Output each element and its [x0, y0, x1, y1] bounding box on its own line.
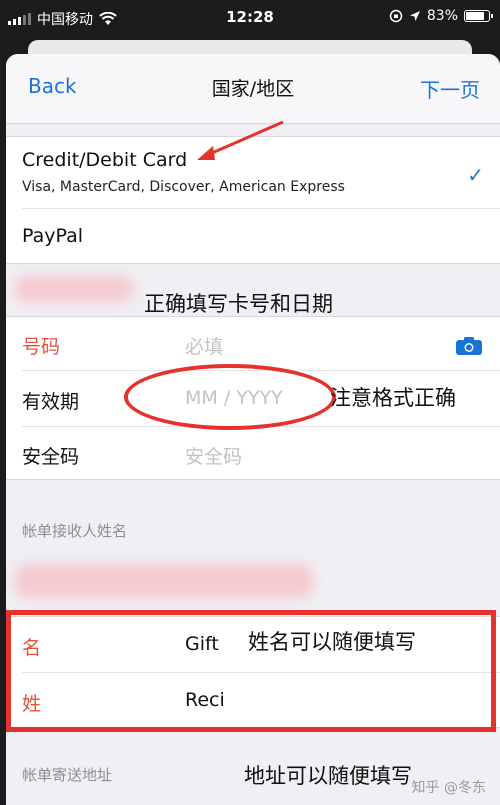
navigation-bar: Back 国家/地区 下一页: [6, 54, 500, 124]
payment-option-title: PayPal: [22, 225, 84, 247]
annotation-box: [6, 610, 496, 732]
annotation-address: 地址可以随便填写: [244, 764, 412, 788]
orientation-lock-icon: [389, 9, 403, 23]
billing-address-header: 帐单寄送地址: [22, 766, 113, 784]
security-code-label: 安全码: [22, 446, 80, 468]
watermark: 知乎 @冬东: [411, 780, 486, 796]
payment-option-subtitle: Visa, MasterCard, Discover, American Exp…: [22, 179, 345, 195]
card-number-row: 号码 必填: [22, 317, 500, 371]
annotation-card-date: 正确填写卡号和日期: [144, 292, 333, 316]
payment-option-title: Credit/Debit Card: [22, 149, 188, 171]
battery-percent: 83%: [426, 8, 458, 24]
expiry-label: 有效期: [22, 391, 80, 413]
payment-option-paypal[interactable]: PayPal: [22, 209, 500, 265]
annotation-arrow: [197, 120, 284, 160]
battery-icon: [464, 10, 493, 22]
status-bar: 中国移动 12:28 83%: [0, 0, 500, 36]
card-number-input[interactable]: 必填: [185, 332, 223, 359]
next-page-button[interactable]: 下一页: [420, 74, 480, 103]
billing-name-header: 帐单接收人姓名: [22, 522, 128, 540]
card-number-label: 号码: [22, 336, 61, 358]
annotation-ellipse: [124, 364, 336, 430]
security-code-input[interactable]: 安全码: [185, 442, 242, 469]
camera-icon[interactable]: [456, 337, 482, 355]
checkmark-icon: ✓: [467, 163, 484, 187]
annotation-format: 注意格式正确: [330, 386, 456, 410]
redacted-region: [14, 276, 134, 302]
location-icon: [409, 11, 420, 21]
security-code-row: 安全码 安全码: [22, 427, 500, 481]
redacted-region: [14, 564, 314, 598]
